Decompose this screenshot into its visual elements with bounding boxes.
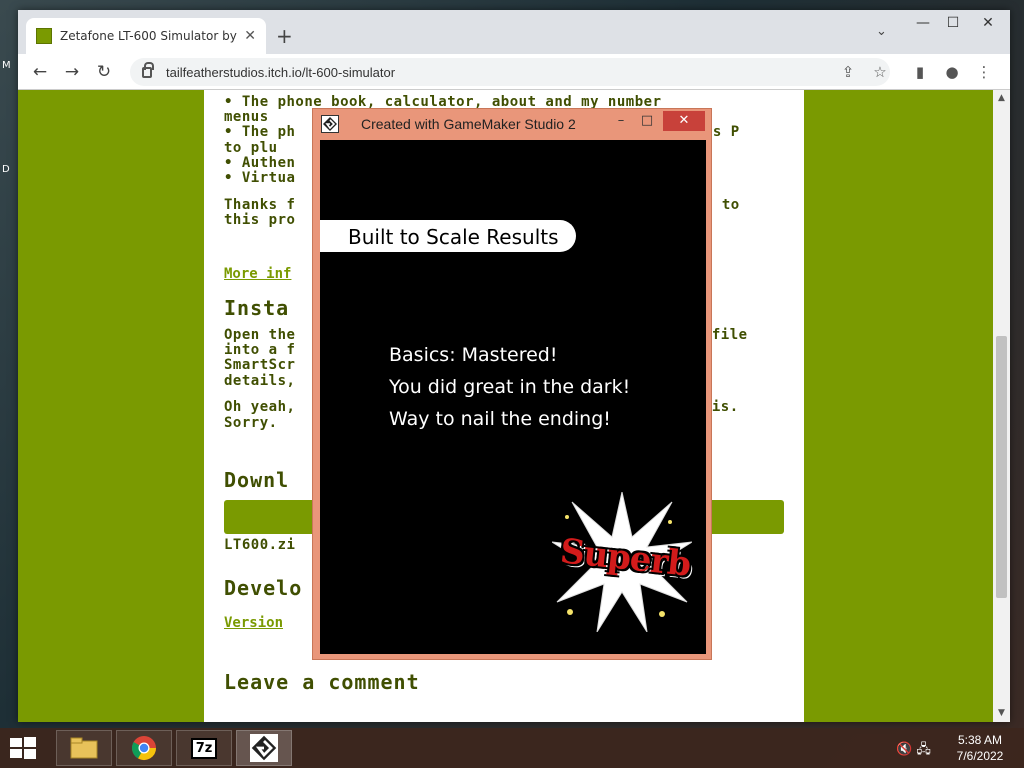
- page-scrollbar[interactable]: ▲ ▼: [993, 90, 1010, 722]
- result-line: You did great in the dark!: [389, 376, 631, 398]
- share-icon[interactable]: ⇪: [836, 60, 860, 84]
- file-name: LT600.zi: [224, 537, 296, 553]
- system-clock[interactable]: 5:38 AM 7/6/2022: [950, 732, 1010, 764]
- develop-heading: Develo: [224, 576, 303, 600]
- 7zip-label: 7z: [190, 737, 218, 759]
- comment-heading: Leave a comment: [224, 670, 420, 694]
- game-window: Created with GameMaker Studio 2 – □ ✕ Bu…: [312, 108, 712, 660]
- scroll-up-arrow-icon[interactable]: ▲: [993, 90, 1010, 107]
- itch-favicon-icon: [36, 28, 52, 44]
- version-link[interactable]: Version: [224, 615, 283, 631]
- url-text[interactable]: tailfeatherstudios.itch.io/lt-600-simula…: [166, 65, 395, 80]
- feature-line: menus: [224, 109, 269, 125]
- lock-icon[interactable]: [142, 61, 154, 78]
- feature-line: • Authen: [224, 155, 296, 171]
- feature-line: • Virtua: [224, 170, 296, 186]
- scroll-down-arrow-icon[interactable]: ▼: [993, 705, 1010, 722]
- reload-button[interactable]: ↻: [92, 60, 116, 84]
- window-maximize-button[interactable]: ☐: [938, 12, 968, 34]
- install-text: SmartScr: [224, 357, 296, 373]
- game-titlebar[interactable]: Created with GameMaker Studio 2 – □ ✕: [313, 109, 711, 139]
- browser-toolbar: ← → ↻ tailfeatherstudios.itch.io/lt-600-…: [18, 54, 1010, 90]
- install-text: Oh yeah,: [224, 399, 296, 415]
- feature-line: to plu: [224, 140, 278, 156]
- feature-line: • The ph: [224, 124, 296, 140]
- results-banner-title: Built to Scale Results: [348, 225, 559, 249]
- gamemaker-taskbar-icon[interactable]: [236, 730, 292, 766]
- gamemaker-icon: [321, 115, 339, 133]
- chrome-icon[interactable]: [116, 730, 172, 766]
- download-heading: Downl: [224, 468, 290, 492]
- result-line: Basics: Mastered!: [389, 344, 558, 366]
- tray-icons: 🔇 🖧: [896, 740, 931, 762]
- tab-bar: Zetafone LT-600 Simulator by Tai ✕ + ⌄ —…: [18, 10, 1010, 54]
- back-button[interactable]: ←: [28, 60, 52, 84]
- window-close-button[interactable]: ✕: [968, 12, 1008, 34]
- profile-icon[interactable]: ●: [940, 60, 964, 84]
- install-heading: Insta: [224, 296, 290, 320]
- 7zip-icon[interactable]: 7z: [176, 730, 232, 766]
- volume-muted-icon[interactable]: 🔇: [896, 742, 912, 757]
- windows-start-icon[interactable]: [8, 736, 38, 760]
- address-bar[interactable]: tailfeatherstudios.itch.io/lt-600-simula…: [130, 58, 890, 86]
- desktop-icon-label[interactable]: D: [2, 164, 10, 175]
- new-tab-button[interactable]: +: [276, 24, 293, 48]
- star-icon[interactable]: ☆: [868, 60, 892, 84]
- results-banner: Built to Scale Results: [320, 220, 576, 252]
- clock-time: 5:38 AM: [957, 733, 1003, 747]
- desktop-icon-label[interactable]: M: [2, 60, 11, 71]
- game-maximize-button[interactable]: □: [635, 111, 659, 131]
- thanks-text: this pro: [224, 212, 296, 228]
- more-info-link[interactable]: More inf: [224, 266, 291, 282]
- install-text: Sorry.: [224, 415, 278, 431]
- tab-title: Zetafone LT-600 Simulator by Tai: [60, 29, 239, 43]
- sidebar-icon[interactable]: ▮: [908, 60, 932, 84]
- thanks-text: Thanks f: [224, 197, 296, 213]
- game-minimize-button[interactable]: –: [609, 111, 633, 131]
- game-close-button[interactable]: ✕: [663, 111, 705, 131]
- network-icon[interactable]: 🖧: [916, 742, 931, 757]
- file-explorer-icon[interactable]: [56, 730, 112, 766]
- forward-button[interactable]: →: [60, 60, 84, 84]
- clock-date: 7/6/2022: [956, 749, 1004, 763]
- browser-tab[interactable]: Zetafone LT-600 Simulator by Tai ✕: [26, 18, 266, 54]
- tab-close-icon[interactable]: ✕: [244, 28, 256, 44]
- taskbar: 7z 🔇 🖧 5:38 AM 7/6/2022: [0, 728, 1024, 768]
- game-window-title: Created with GameMaker Studio 2: [361, 116, 576, 132]
- scrollbar-thumb[interactable]: [996, 336, 1007, 598]
- install-text: into a f: [224, 342, 296, 358]
- menu-icon[interactable]: ⋮: [972, 60, 996, 84]
- result-line: Way to nail the ending!: [389, 408, 611, 430]
- window-minimize-button[interactable]: —: [908, 12, 938, 34]
- install-text: details,: [224, 373, 296, 389]
- tab-search-icon[interactable]: ⌄: [876, 24, 887, 39]
- game-canvas[interactable]: Built to Scale Results Basics: Mastered!…: [320, 140, 706, 654]
- install-text: Open the: [224, 327, 296, 343]
